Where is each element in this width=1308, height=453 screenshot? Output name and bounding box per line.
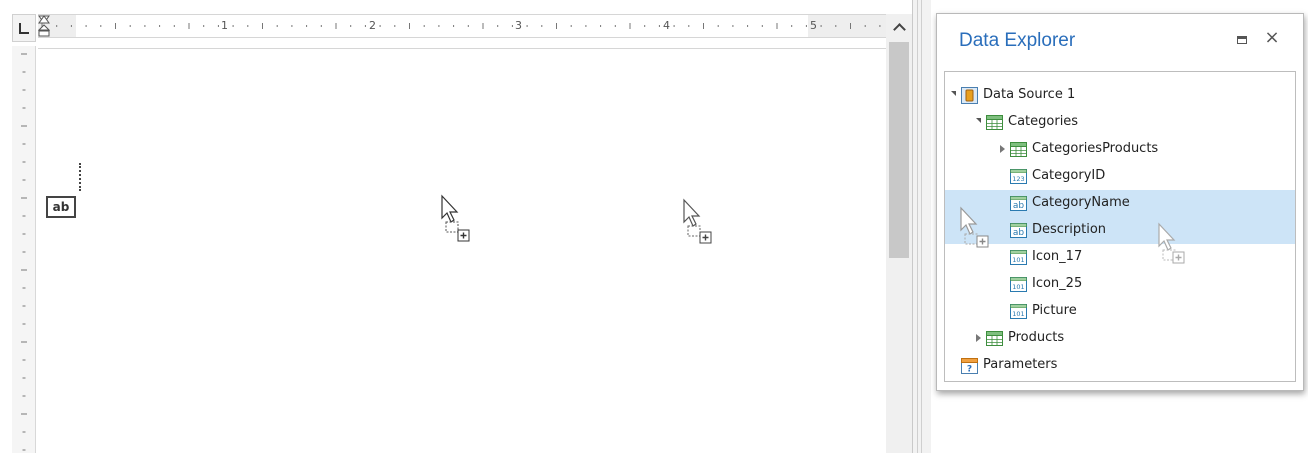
tree-node[interactable]: Data Source 1: [945, 82, 1295, 109]
report-designer-surface[interactable]: 1 2 3 4 5 ab: [0, 0, 913, 453]
tree-node[interactable]: 123 CategoryID: [945, 163, 1295, 190]
ruler-corner[interactable]: [12, 14, 36, 42]
tree-node[interactable]: ab Description: [945, 217, 1295, 244]
ruler-number: 1: [221, 19, 228, 32]
tree-node-label: CategoriesProducts: [1032, 141, 1159, 156]
binary-field-icon: 101: [1010, 249, 1027, 270]
ruler-ticks: [41, 23, 881, 29]
data-explorer-panel: Data Explorer × Data Source 1 Categories C…: [936, 13, 1304, 391]
drag-copy-cursor-icon: [441, 194, 470, 242]
tree-node[interactable]: 101 Icon_25: [945, 271, 1295, 298]
drag-copy-cursor-icon: [1158, 222, 1185, 264]
svg-text:101: 101: [1012, 310, 1024, 318]
collapse-arrow-icon[interactable]: [976, 118, 981, 123]
table-icon: [986, 330, 1003, 351]
label-control[interactable]: ab: [46, 196, 76, 218]
datasource-icon: [961, 87, 978, 108]
tree-node[interactable]: ? Parameters: [945, 352, 1295, 379]
label-control-text: ab: [52, 200, 70, 214]
binary-field-icon: 101: [1010, 276, 1027, 297]
tree-node-label: Icon_17: [1032, 249, 1083, 264]
panel-title: Data Explorer: [959, 30, 1076, 51]
tree-node[interactable]: Categories: [945, 109, 1295, 136]
ruler-number: 2: [369, 19, 376, 32]
maximize-icon[interactable]: [1237, 36, 1247, 44]
tree-node-label: CategoryName: [1032, 195, 1130, 210]
right-indent-marker-icon[interactable]: [38, 15, 50, 25]
band-anchor-line: [79, 163, 81, 191]
vertical-scrollbar[interactable]: [886, 14, 912, 453]
page-top-edge: [38, 48, 886, 49]
string-field-icon: ab: [1010, 222, 1027, 243]
string-field-icon: ab: [1010, 195, 1027, 216]
tree-node[interactable]: 101 Picture: [945, 298, 1295, 325]
tree-node-label: Data Source 1: [983, 87, 1076, 102]
expand-arrow-icon[interactable]: [1000, 145, 1005, 153]
tree-node[interactable]: Products: [945, 325, 1295, 352]
ruler-ticks: [21, 53, 27, 451]
tree-node-label: Description: [1032, 222, 1107, 237]
svg-text:101: 101: [1012, 256, 1024, 264]
binary-field-icon: 101: [1010, 303, 1027, 324]
tree-node[interactable]: CategoriesProducts: [945, 136, 1295, 163]
svg-text:123: 123: [1012, 175, 1024, 183]
numeric-field-icon: 123: [1010, 168, 1027, 189]
parameters-icon: ?: [961, 357, 978, 378]
ruler-number: 5: [810, 19, 817, 32]
svg-text:?: ?: [967, 365, 972, 375]
tree-node[interactable]: ab CategoryName: [945, 190, 1295, 217]
table-icon: [986, 114, 1003, 135]
tree-node-label: CategoryID: [1032, 168, 1106, 183]
ruler-number: 3: [515, 19, 522, 32]
expand-arrow-icon[interactable]: [976, 334, 981, 342]
horizontal-ruler[interactable]: 1 2 3 4 5: [38, 14, 886, 38]
vertical-ruler[interactable]: [12, 46, 36, 453]
ruler-number: 4: [663, 19, 670, 32]
table-icon: [1010, 141, 1027, 162]
tree-node-label: Categories: [1008, 114, 1079, 129]
data-source-tree[interactable]: Data Source 1 Categories CategoriesProduct…: [944, 71, 1296, 382]
tree-node-label: Parameters: [983, 357, 1058, 372]
svg-text:ab: ab: [1013, 228, 1025, 238]
close-icon[interactable]: ×: [1262, 28, 1282, 48]
scroll-thumb[interactable]: [889, 42, 909, 258]
drag-copy-cursor-icon: [683, 198, 712, 244]
svg-text:101: 101: [1012, 283, 1024, 291]
drag-copy-cursor-icon: [960, 206, 989, 248]
tab-stop-icon: [19, 22, 29, 34]
tree-node-label: Icon_25: [1032, 276, 1083, 291]
tree-node[interactable]: 101 Icon_17: [945, 244, 1295, 271]
collapse-arrow-icon[interactable]: [951, 91, 956, 96]
chevron-up-icon: [892, 22, 906, 36]
tree-node-label: Products: [1008, 330, 1065, 345]
svg-text:ab: ab: [1013, 201, 1025, 211]
panel-splitter[interactable]: [913, 0, 931, 453]
tree-node-label: Picture: [1032, 303, 1077, 318]
scroll-up-button[interactable]: [886, 14, 912, 40]
